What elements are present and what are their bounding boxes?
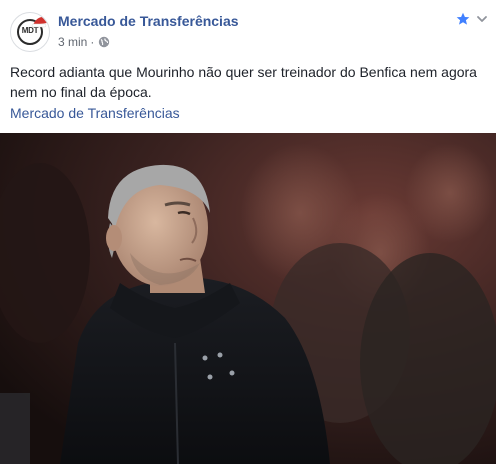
chevron-down-icon[interactable] <box>476 13 488 25</box>
santa-hat-icon <box>31 15 49 28</box>
star-icon[interactable] <box>456 12 470 26</box>
page-avatar[interactable]: MDT <box>10 12 50 52</box>
page-name-link[interactable]: Mercado de Transferências <box>58 13 239 29</box>
globe-icon[interactable] <box>98 36 110 48</box>
post-timestamp[interactable]: 3 min <box>58 35 87 49</box>
post-photo[interactable] <box>0 133 496 464</box>
page-name-link-secondary[interactable]: Mercado de Transferências <box>10 104 180 122</box>
meta-separator: · <box>90 35 95 49</box>
post-meta: 3 min · <box>58 35 110 49</box>
post-header: MDT Mercado de Transferências 3 min · <box>0 0 496 60</box>
post-photo-illustration <box>0 133 496 464</box>
post-message: Record adianta que Mourinho não quer ser… <box>10 64 477 100</box>
